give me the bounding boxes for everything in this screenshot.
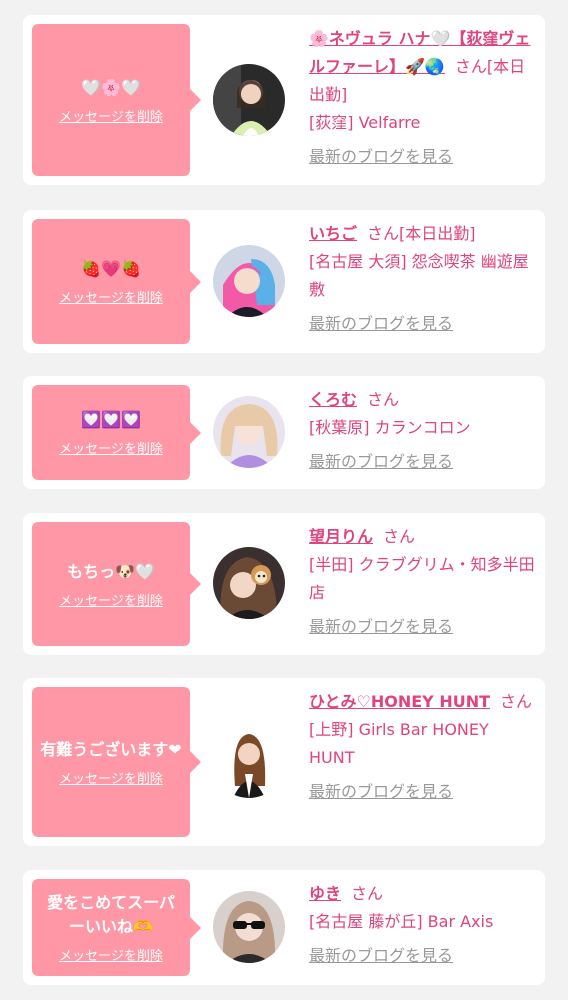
message-text: もちっ🐶🤍 [67,561,155,581]
avatar[interactable] [213,64,285,136]
cast-name-link[interactable]: いちご [309,224,357,243]
avatar-photo-icon [213,245,285,317]
avatar-photo-icon [213,726,285,798]
message-text: 愛をこめてスーパーいいね🫶 [47,893,175,936]
cast-info: ひとみ♡HONEY HUNT さん [上野] Girls Bar HONEY HU… [309,688,537,806]
delete-message-link[interactable]: メッセージを削除 [59,768,163,787]
message-card: 愛をこめてスーパーいいね🫶 メッセージを削除 ゆき さん [名古屋 藤が丘] Ba… [23,870,545,985]
shop-info: [上野] Girls Bar HONEY HUNT [309,720,489,767]
shop-info: [荻窪] Velfarre [309,113,421,132]
message-bubble: 有難うございます❤ メッセージを削除 [32,687,201,837]
avatar-photo-icon [213,64,285,136]
san-suffix: さん [454,57,487,76]
cast-info: ゆき さん [名古屋 藤が丘] Bar Axis 最新のブログを見る [309,880,537,970]
avatar-photo-icon [213,547,285,619]
avatar[interactable] [213,891,285,963]
avatar-photo-icon [213,891,285,963]
message-card: もちっ🐶🤍 メッセージを削除 望月りん さん [半田] クラブグリム・知多半田店 … [23,513,545,655]
message-text: 有難うございます❤ [40,739,182,759]
cast-info: 🌸ネヴュラ ハナ🤍【荻窪ヴェルファーレ】🚀🌏 さん[本日出勤] [荻窪] Velf… [309,25,537,171]
shop-info: [半田] クラブグリム・知多半田店 [309,555,535,602]
message-text: 🤍🌸🤍 [81,77,141,97]
message-bubble: 🤍🌸🤍 メッセージを削除 [32,24,201,176]
delete-message-link[interactable]: メッセージを削除 [59,106,163,125]
san-suffix: さん [367,224,400,243]
blog-link[interactable]: 最新のブログを見る [309,310,453,338]
message-bubble: 💟💟💟 メッセージを削除 [32,385,201,480]
delete-message-link[interactable]: メッセージを削除 [59,438,163,457]
message-text: 🍓💗🍓 [81,259,141,278]
message-bubble: 🍓💗🍓 メッセージを削除 [32,219,201,344]
avatar[interactable] [213,547,285,619]
shop-info: [名古屋 大須] 怨念喫茶 幽遊屋敷 [309,252,529,299]
message-card: 有難うございます❤ メッセージを削除 ひとみ♡HONEY HUNT さん [上野]… [23,678,545,846]
message-card: 🤍🌸🤍 メッセージを削除 🌸ネヴュラ ハナ🤍【荻窪ヴェルファーレ】🚀🌏 さん[本日… [23,15,545,185]
cast-name-link[interactable]: ひとみ♡HONEY HUNT [309,692,490,711]
message-text: 💟💟💟 [81,410,141,429]
message-list: 🤍🌸🤍 メッセージを削除 🌸ネヴュラ ハナ🤍【荻窪ヴェルファーレ】🚀🌏 さん[本日… [0,0,568,1000]
avatar[interactable] [213,245,285,317]
san-suffix: さん [500,692,533,711]
san-suffix: さん [351,884,384,903]
cast-name-link[interactable]: 望月りん [309,527,373,546]
shop-info: [秋葉原] カランコロン [309,418,471,437]
delete-message-link[interactable]: メッセージを削除 [59,590,163,609]
cast-info: 望月りん さん [半田] クラブグリム・知多半田店 最新のブログを見る [309,523,537,641]
work-status: [本日出勤] [399,224,476,243]
san-suffix: さん [383,527,416,546]
message-card: 🍓💗🍓 メッセージを削除 いちご さん[本日出勤] [名古屋 大須] 怨念喫茶 幽… [23,210,545,353]
avatar[interactable] [213,726,285,798]
blog-link[interactable]: 最新のブログを見る [309,942,453,970]
delete-message-link[interactable]: メッセージを削除 [59,945,163,964]
blog-link[interactable]: 最新のブログを見る [309,448,453,476]
cast-name-link[interactable]: くろむ [309,390,357,409]
message-card: 💟💟💟 メッセージを削除 くろむ さん [秋葉原] カランコロン 最新のブログを見… [23,376,545,489]
cast-info: いちご さん[本日出勤] [名古屋 大須] 怨念喫茶 幽遊屋敷 最新のブログを見る [309,220,537,338]
blog-link[interactable]: 最新のブログを見る [309,778,453,806]
shop-info: [名古屋 藤が丘] Bar Axis [309,912,494,931]
blog-link[interactable]: 最新のブログを見る [309,143,453,171]
blog-link[interactable]: 最新のブログを見る [309,613,453,641]
cast-info: くろむ さん [秋葉原] カランコロン 最新のブログを見る [309,386,537,476]
message-bubble: もちっ🐶🤍 メッセージを削除 [32,522,201,646]
cast-name-link[interactable]: ゆき [309,884,341,903]
avatar-photo-icon [213,396,285,468]
delete-message-link[interactable]: メッセージを削除 [59,287,163,306]
avatar[interactable] [213,396,285,468]
message-bubble: 愛をこめてスーパーいいね🫶 メッセージを削除 [32,879,201,976]
san-suffix: さん [367,390,400,409]
